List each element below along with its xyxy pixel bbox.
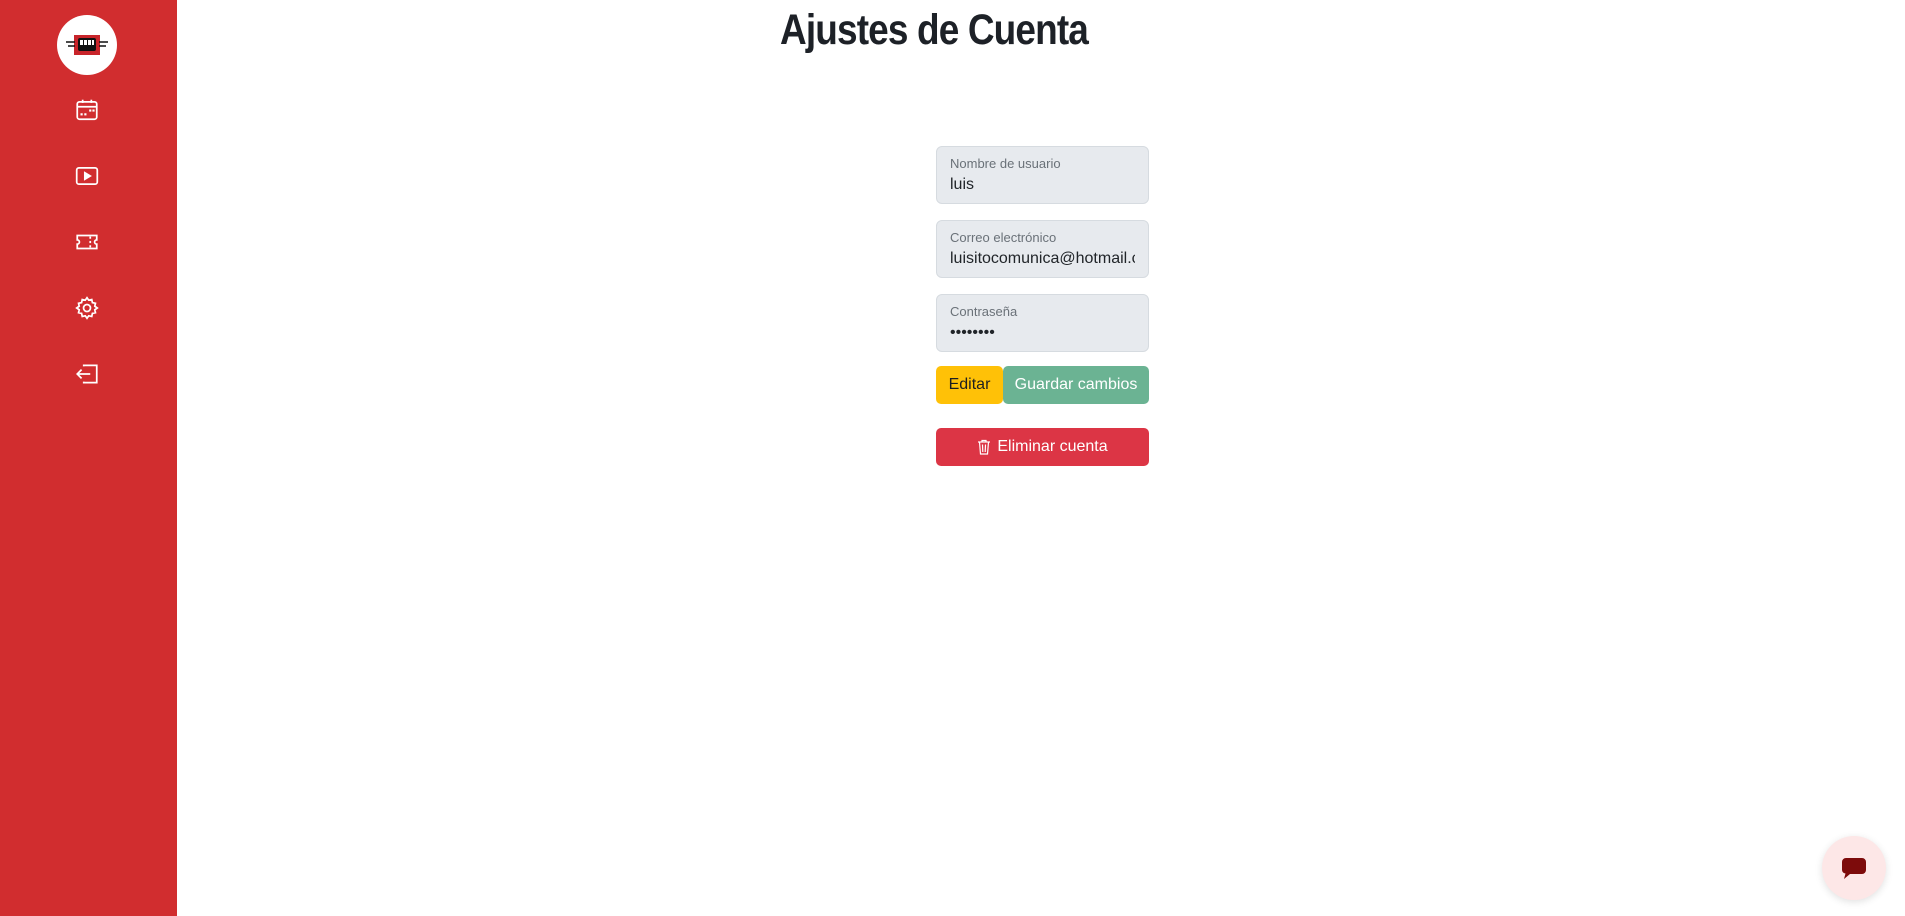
- sidebar-item-settings[interactable]: [68, 289, 106, 327]
- gear-icon: [75, 296, 99, 320]
- main-content: Ajustes de Cuenta Nombre de usuario luis…: [177, 0, 1905, 916]
- play-icon: [75, 167, 99, 185]
- password-input[interactable]: ••••••••: [950, 323, 1135, 343]
- chat-icon: [1842, 858, 1866, 879]
- form-actions: Editar Guardar cambios: [936, 366, 1149, 404]
- password-field[interactable]: Contraseña ••••••••: [936, 294, 1149, 352]
- sidebar: [0, 0, 177, 916]
- app-logo[interactable]: [57, 15, 117, 75]
- username-input[interactable]: luis: [950, 175, 1135, 195]
- sidebar-item-tickets[interactable]: [68, 223, 106, 261]
- email-label: Correo electrónico: [950, 230, 1057, 245]
- trash-icon: [978, 439, 991, 455]
- password-label: Contraseña: [950, 304, 1018, 319]
- chat-button[interactable]: [1822, 836, 1886, 900]
- account-settings-form: Nombre de usuario luis Correo electrónic…: [936, 146, 1149, 466]
- delete-account-button[interactable]: Eliminar cuenta: [936, 428, 1149, 466]
- sidebar-item-calendar[interactable]: [68, 91, 106, 129]
- email-field[interactable]: Correo electrónico luisitocomunica@hotma…: [936, 220, 1149, 278]
- sidebar-item-videos[interactable]: [68, 157, 106, 195]
- username-field[interactable]: Nombre de usuario luis: [936, 146, 1149, 204]
- logout-icon: [76, 364, 98, 384]
- edit-button[interactable]: Editar: [936, 366, 1003, 404]
- page-title: Ajustes de Cuenta: [779, 6, 1089, 54]
- username-label: Nombre de usuario: [950, 156, 1061, 171]
- delete-account-label: Eliminar cuenta: [997, 438, 1108, 455]
- email-input[interactable]: luisitocomunica@hotmail.com: [950, 249, 1135, 269]
- calendar-icon: [76, 99, 98, 121]
- ticket-icon: [76, 234, 98, 250]
- fist-logo-icon: [66, 35, 108, 55]
- sidebar-item-logout[interactable]: [68, 355, 106, 393]
- save-changes-button[interactable]: Guardar cambios: [1003, 366, 1149, 404]
